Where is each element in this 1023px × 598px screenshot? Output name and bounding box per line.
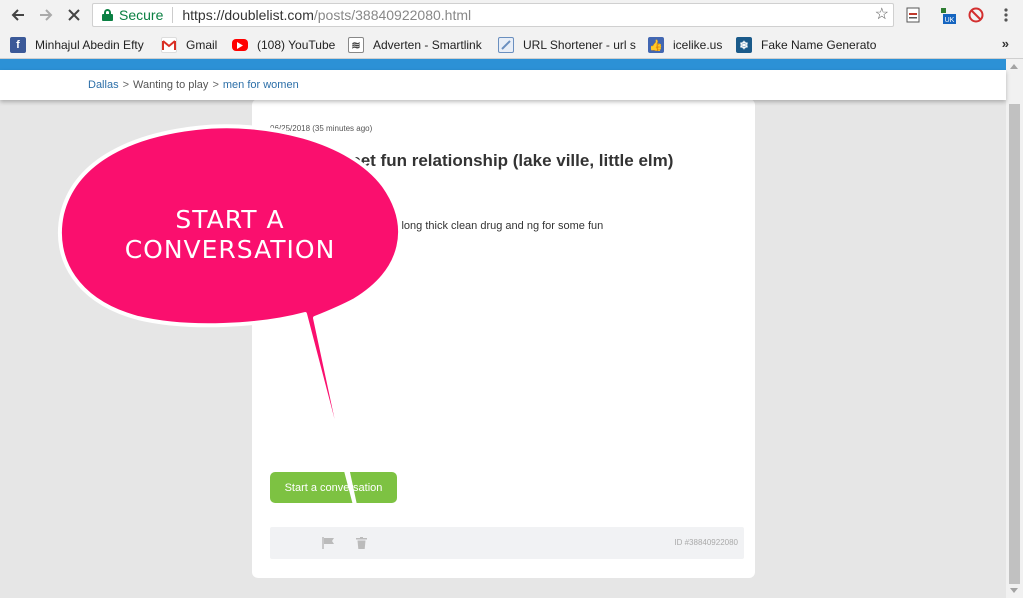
page-scrollbar[interactable] — [1006, 59, 1023, 598]
youtube-icon — [232, 39, 248, 51]
bookmark-label: icelike.us — [673, 38, 723, 52]
breadcrumb-section[interactable]: men for women — [223, 79, 299, 91]
bookmark-youtube[interactable]: (108) YouTube — [232, 36, 335, 54]
stop-loading-icon[interactable] — [63, 4, 85, 26]
post-footer: ID #38840922080 — [270, 527, 744, 559]
url-host: https://doublelist.com — [182, 7, 314, 23]
bookmark-adverten[interactable]: ≋ Adverten - Smartlink — [348, 36, 482, 54]
bookmark-label: Fake Name Generato — [761, 38, 876, 52]
bookmarks-overflow-chevron[interactable]: » — [1002, 36, 1009, 51]
bookmarks-bar: f Minhajul Abedin Efty Gmail (108) YouTu… — [0, 30, 1023, 59]
bookmark-fake-name-generator[interactable]: ❄ Fake Name Generato — [736, 36, 876, 54]
facebook-icon: f — [10, 37, 26, 53]
post-title: ior a discreet fun relationship (lake vi… — [270, 151, 674, 170]
trash-icon[interactable] — [356, 537, 367, 549]
scrollbar-thumb[interactable] — [1009, 104, 1020, 584]
icelike-icon: 👍 — [648, 37, 664, 53]
omnibox-divider — [172, 7, 174, 23]
speech-bubble-line-1: START A — [175, 205, 285, 234]
url-shortener-icon — [498, 37, 514, 53]
url-path: /posts/38840922080.html — [313, 7, 472, 23]
bookmark-icelike[interactable]: 👍 icelike.us — [648, 36, 722, 54]
breadcrumb-separator: > — [122, 79, 130, 91]
bookmark-url-shortener[interactable]: URL Shortener - url s — [498, 36, 636, 54]
adverten-icon: ≋ — [348, 37, 364, 53]
start-conversation-button[interactable]: Start a conversation — [270, 472, 397, 503]
breadcrumb: Dallas > Wanting to play > men for women — [0, 70, 1006, 100]
gmail-icon — [161, 37, 177, 53]
bookmark-facebook[interactable]: f Minhajul Abedin Efty — [10, 36, 147, 54]
block-extension-icon[interactable] — [967, 6, 985, 24]
bookmark-label: Gmail — [186, 38, 218, 52]
bookmark-star-icon[interactable]: ☆ — [875, 4, 889, 24]
scroll-down-arrow-icon[interactable] — [1010, 588, 1018, 593]
speech-bubble-line-2: CONVERSATION — [124, 235, 336, 264]
bookmark-label: (108) YouTube — [257, 38, 336, 52]
flag-icon[interactable] — [322, 537, 336, 549]
breadcrumb-category: Wanting to play — [133, 79, 209, 91]
breadcrumb-separator: > — [212, 79, 219, 91]
bookmark-label: Minhajul Abedin Efty — [35, 38, 144, 52]
post-card: 06/25/2018 (35 minutes ago) ior a discre… — [252, 99, 755, 578]
speech-bubble-text: START A CONVERSATION — [110, 205, 350, 265]
page-viewport: Dallas > Wanting to play > men for women… — [0, 59, 1023, 598]
uk-proxy-extension-icon[interactable]: UK — [938, 6, 956, 24]
lock-icon — [102, 9, 113, 21]
browser-toolbar: Secure https://doublelist.com/posts/3884… — [0, 0, 1023, 30]
post-id: ID #38840922080 — [674, 538, 738, 547]
uk-badge-text: UK — [945, 17, 955, 24]
site-header-bar — [0, 59, 1006, 70]
menu-kebab-icon[interactable] — [997, 6, 1015, 24]
address-bar[interactable]: Secure https://doublelist.com/posts/3884… — [92, 3, 894, 27]
document-extension-icon[interactable] — [904, 6, 922, 24]
forward-arrow-icon[interactable] — [35, 4, 57, 26]
scroll-up-arrow-icon[interactable] — [1010, 64, 1018, 69]
back-arrow-icon[interactable] — [7, 4, 29, 26]
snowflake-icon: ❄ — [736, 37, 752, 53]
bookmark-label: Adverten - Smartlink — [373, 38, 482, 52]
breadcrumb-city[interactable]: Dallas — [88, 79, 119, 91]
bookmark-label: URL Shortener - url s — [523, 38, 636, 52]
bookmark-gmail[interactable]: Gmail — [161, 36, 217, 54]
secure-label: Secure — [119, 7, 164, 23]
post-timestamp: 06/25/2018 (35 minutes ago) — [270, 124, 373, 133]
